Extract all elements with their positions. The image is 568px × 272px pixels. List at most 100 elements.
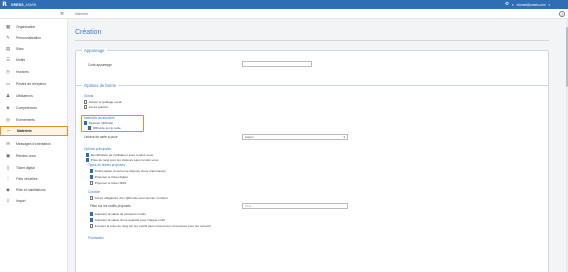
brush-icon: ✎ xyxy=(6,35,10,41)
checkbox-label: Autoriser la saisie d'une quantité pour … xyxy=(94,218,165,222)
main-options-title: Options principales xyxy=(84,147,112,151)
sidebar-item-label: Matériels xyxy=(17,129,32,133)
sidebar-item-competences[interactable]: ◈ Compétences xyxy=(0,103,68,113)
user-icon: ♟ xyxy=(5,93,11,99)
main-checkbox-identification[interactable]: Identification de l'utilisateur avec ren… xyxy=(86,153,153,157)
sidebar-item-label: Personnalisation xyxy=(16,36,42,40)
sidebar-item-label: Motifs xyxy=(16,58,26,62)
sidebar-item-roles[interactable]: ◆ Rôle et habilitations xyxy=(0,185,68,195)
import-icon: ⇩ xyxy=(6,198,10,204)
desk-icon: ▭ xyxy=(5,81,11,87)
sidebar-item-label: Utilisateurs xyxy=(16,94,33,98)
checkbox-label: Ticket papier (si la borne dispose d'une… xyxy=(94,169,166,173)
checkbox-box[interactable] xyxy=(90,212,94,216)
sidebar-item-label: Sites xyxy=(16,47,24,51)
main-content: Création Appareage Code appareage Option… xyxy=(68,19,568,272)
sidebar-item-label: Compétences xyxy=(16,106,37,110)
top-right-area: ⚙ ▾ chomel@oresis.com ▾ xyxy=(505,0,550,9)
sidebar-item-rendez-vous[interactable]: ▣ Rendez-vous xyxy=(0,151,68,161)
control-checkbox-quantity[interactable]: Autoriser la saisie d'une quantité pour … xyxy=(90,218,165,222)
user-email[interactable]: chomel@oresis.com xyxy=(517,3,546,7)
checkbox-label: Scanner QRCode xyxy=(88,121,114,125)
top-bar: R ORESIS_ADMIN ⚙ ▾ chomel@oresis.com ▾ xyxy=(0,0,568,9)
main-checkbox-prise-rang[interactable]: Prise de rang pour les visiteurs sans re… xyxy=(86,158,158,162)
checkbox-box[interactable] xyxy=(90,175,94,179)
global-checkbox-voice[interactable]: Activer le guidage vocal xyxy=(84,100,121,104)
prioritization-title: Priorisation xyxy=(88,236,104,240)
checkbox-label: Activer le guidage vocal xyxy=(88,100,122,104)
ticket-checkbox-paper[interactable]: Ticket papier (si la borne dispose d'une… xyxy=(90,169,166,173)
ticket-icon: ▯ xyxy=(6,165,10,171)
options-legend: Options de borne xyxy=(82,83,119,88)
sidebar-item-materiels[interactable]: ⌐ Matériels xyxy=(0,126,68,136)
sidebar-item-import[interactable]: ⇩ Import xyxy=(0,196,68,206)
reader-select-value: Aucun xyxy=(245,135,254,139)
checkbox-box[interactable] xyxy=(90,196,94,200)
sidebar-item-sites[interactable]: ▤ Sites xyxy=(0,44,68,54)
checkbox-box[interactable] xyxy=(86,153,90,157)
global-checkbox-counter[interactable]: Accès guichet xyxy=(84,105,108,109)
control-checkbox-impose-rang[interactable]: Imposer la prise de rang sur les motifs … xyxy=(90,224,211,228)
code-appareage-input[interactable] xyxy=(242,61,312,67)
materials-checkbox-qrcode[interactable]: QRCode sur le code xyxy=(88,126,121,130)
checkbox-label: Imposer la prise de rang sur les motifs … xyxy=(94,224,211,228)
code-appareage-label: Code appareage xyxy=(88,63,112,67)
checkbox-box[interactable] xyxy=(84,121,88,125)
sidebar-item-personnalisation[interactable]: ✎ Personnalisation xyxy=(0,33,68,43)
sidebar-item-label: Messages d'orientation xyxy=(16,142,51,146)
sidebar-item-postes[interactable]: ▭ Postes de réception xyxy=(0,79,68,89)
sites-icon: ▤ xyxy=(5,46,11,52)
sub-bar: ≡ Matériels ? xyxy=(0,9,568,19)
sidebar-item-label: Rendez-vous xyxy=(16,154,36,158)
ticket-checkbox-digital[interactable]: Proposer le ticket digital xyxy=(90,175,128,179)
materials-checkbox-scanner[interactable]: Scanner QRCode xyxy=(84,121,113,125)
shield-icon: ◆ xyxy=(6,187,10,193)
checkbox-box[interactable] xyxy=(90,169,94,173)
sidebar-item-motifs[interactable]: ☰ Motifs xyxy=(0,55,68,65)
checkbox-box[interactable] xyxy=(84,105,88,109)
appareage-legend: Appareage xyxy=(82,48,107,53)
collapse-menu-icon[interactable]: ≡ xyxy=(58,10,66,18)
chevron-down-icon[interactable]: ▾ xyxy=(512,3,514,7)
checkbox-label: Autoriser la saisie de plusieurs motifs xyxy=(94,212,146,216)
checkbox-box[interactable] xyxy=(88,126,92,130)
help-icon[interactable]: ? xyxy=(559,11,565,17)
sidebar-item-label: Organisation xyxy=(16,25,36,29)
sidebar-item-utilisateurs[interactable]: ♟ Utilisateurs xyxy=(0,91,68,101)
sidebar-item-horaires[interactable]: ◷ Horaires xyxy=(0,67,68,77)
ticket-types-title: Types de tickets proposés xyxy=(88,163,125,167)
checkbox-label: Accès guichet xyxy=(88,105,108,109)
gear-icon[interactable]: ⚙ xyxy=(505,2,509,7)
reader-label: Lecteur de carte à puce xyxy=(84,135,118,139)
options-fieldset: Options de borne Global Activer le guida… xyxy=(75,83,549,272)
calendar-icon: ▣ xyxy=(5,153,11,159)
message-icon: ✉ xyxy=(6,141,10,147)
global-section-title: Global xyxy=(84,94,94,98)
checkbox-box[interactable] xyxy=(90,218,94,222)
user-chevron-down-icon[interactable]: ▾ xyxy=(548,3,550,7)
app-name-sub: _ADMIN xyxy=(23,2,37,7)
checkbox-box[interactable] xyxy=(84,100,88,104)
sidebar-item-organisation[interactable]: ▦ Organisation xyxy=(0,22,68,32)
control-checkbox-qrcode[interactable]: Accès obligatoire d'un QRCode pour donne… xyxy=(90,196,168,200)
clock-icon: ◷ xyxy=(6,69,10,75)
sidebar-item-label: Rôle et habilitations xyxy=(16,188,46,192)
sidebar-item-label: Ticket digital xyxy=(16,166,35,170)
sidebar-item-evenements[interactable]: ◎ Evènements xyxy=(0,115,68,125)
checkbox-box[interactable] xyxy=(90,224,94,228)
materials-section-title: Matériels accessoires xyxy=(84,116,115,120)
checkbox-label: Proposer le ticket digital xyxy=(94,175,128,179)
app-name-main: ORESIS xyxy=(11,2,24,7)
sidebar-item-files-virtuelles[interactable]: ⋮ Files virtuelles xyxy=(0,174,68,184)
list-icon: ☰ xyxy=(5,57,11,63)
ticket-checkbox-sms[interactable]: Proposer le ticket SMS xyxy=(90,181,126,185)
sidebar-item-messages[interactable]: ✉ Messages d'orientation xyxy=(0,139,68,149)
filter-input[interactable]: Tous xyxy=(242,203,348,209)
checkbox-box[interactable] xyxy=(86,158,90,162)
checkbox-label: QRCode sur le code xyxy=(92,126,121,130)
sidebar-item-ticket-digital[interactable]: ▯ Ticket digital xyxy=(0,163,68,173)
breadcrumb: Matériels xyxy=(75,12,88,16)
control-checkbox-multi-motifs[interactable]: Autoriser la saisie de plusieurs motifs xyxy=(90,212,146,216)
reader-select[interactable]: Aucun ▾ xyxy=(242,134,348,140)
checkbox-box[interactable] xyxy=(90,181,94,185)
